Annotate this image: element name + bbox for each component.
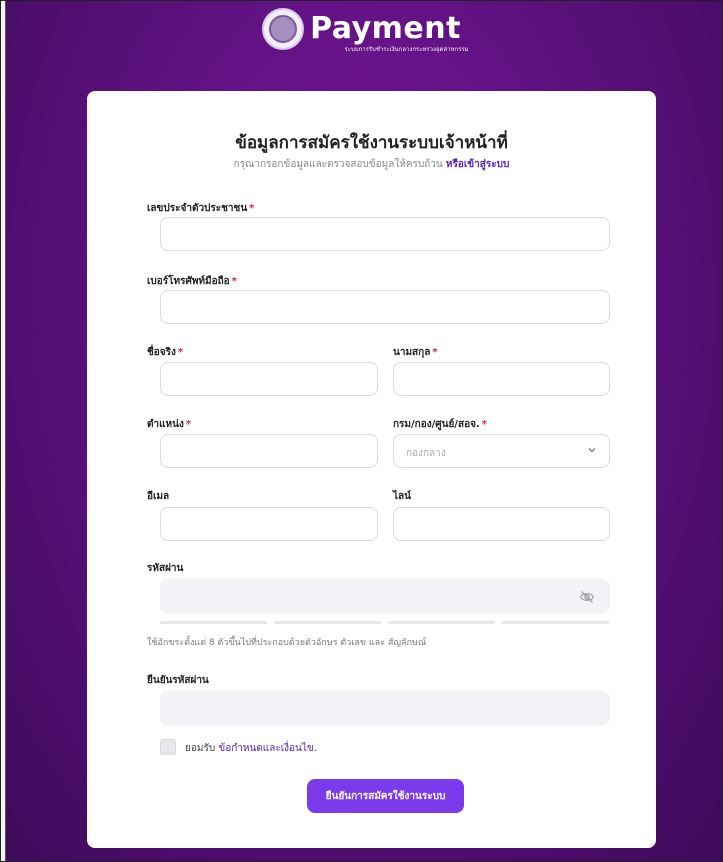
password-strength-segment: [502, 621, 609, 624]
password-input[interactable]: [160, 579, 610, 613]
email-input[interactable]: [160, 507, 378, 541]
confirm-password-input[interactable]: [160, 691, 610, 725]
confirm-password-label: ยืนยันรหัสผ่าน: [147, 675, 209, 686]
last-name-input[interactable]: [393, 362, 610, 396]
form-title: ข้อมูลการสมัครใช้งานระบบเจ้าหน้าที่: [235, 133, 508, 153]
terms-accept-label: ยอมรับ: [185, 743, 216, 754]
terms-checkbox[interactable]: [160, 739, 176, 755]
password-label: รหัสผ่าน: [147, 563, 184, 574]
brand-name: Payment: [310, 11, 461, 46]
position-label: ตำแหน่ง *: [147, 419, 192, 430]
page-header: Payment ระบบการรับชำระเงินกลางกระทรวงอุต…: [0, 8, 723, 54]
phone-input[interactable]: [160, 290, 610, 324]
email-label: อีเมล: [147, 491, 170, 502]
brand-subtitle: ระบบการรับชำระเงินกลางกระทรวงอุตสาหกรรม: [344, 46, 469, 53]
form-hint-text: กรุณากรอกข้อมูลและตรวจสอบข้อมูลให้ครบถ้ว…: [233, 159, 443, 170]
first-name-label: ชื่อจริง *: [147, 347, 184, 358]
phone-label: เบอร์โทรศัพท์มือถือ *: [147, 276, 237, 287]
line-label: ไลน์: [393, 491, 411, 502]
first-name-input[interactable]: [160, 362, 378, 396]
citizen-id-input[interactable]: [160, 217, 610, 251]
line-input[interactable]: [393, 507, 610, 541]
login-link[interactable]: หรือเข้าสู่ระบบ: [446, 159, 509, 170]
eye-off-icon[interactable]: [579, 589, 595, 605]
position-input[interactable]: [160, 434, 378, 468]
department-select[interactable]: กองกลาง: [393, 434, 610, 468]
terms-link[interactable]: ข้อกำหนดและเงื่อนไข.: [218, 743, 317, 754]
password-strength-segment: [388, 621, 495, 624]
password-strength-segment: [274, 621, 381, 624]
chevron-down-icon: [588, 448, 596, 453]
submit-registration-button[interactable]: ยืนยันการสมัครใช้งานระบบ: [307, 779, 464, 813]
registration-card: ข้อมูลการสมัครใช้งานระบบเจ้าหน้าที่ กรุณ…: [87, 91, 656, 848]
window-edge: [0, 0, 6, 862]
form-hint: กรุณากรอกข้อมูลและตรวจสอบข้อมูลให้ครบถ้ว…: [87, 157, 656, 172]
password-help-text: ใช้อักขระตั้งแต่ 8 ตัวขึ้นไปที่ประกอบด้ว…: [147, 638, 427, 648]
department-selected-value: กองกลาง: [406, 448, 446, 459]
department-label: กรม/กอง/ศูนย์/สอจ. *: [393, 419, 487, 430]
terms-text: ยอมรับ ข้อกำหนดและเงื่อนไข.: [185, 741, 317, 756]
password-strength-segment: [160, 621, 267, 624]
last-name-label: นามสกุล *: [393, 347, 438, 358]
citizen-id-label: เลขประจำตัวประชาชน *: [147, 203, 255, 214]
